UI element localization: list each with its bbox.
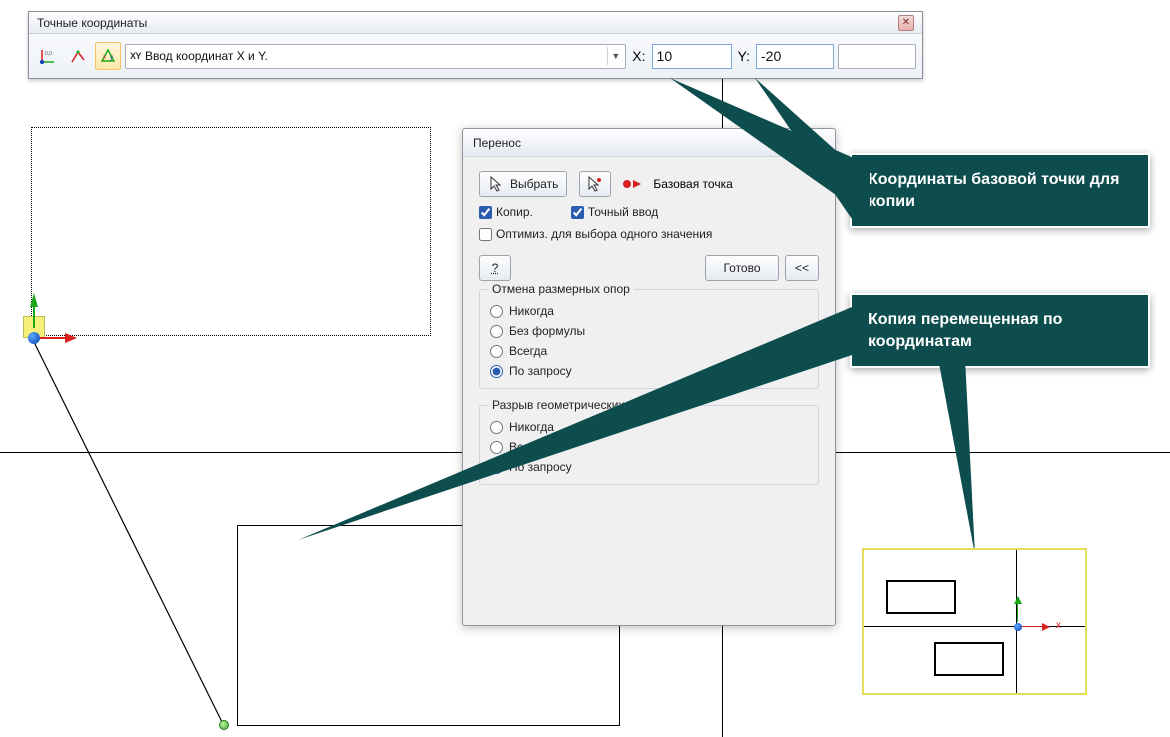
coord-mode-combo[interactable]: XY Ввод координат X и Y. ▼ bbox=[125, 44, 626, 69]
base-point-icon bbox=[623, 180, 641, 188]
x-input[interactable] bbox=[652, 44, 732, 69]
g2-opt-1[interactable]: Всегда bbox=[490, 440, 808, 454]
callout-top: Координаты базовой точки для копии bbox=[850, 153, 1150, 228]
group-break-geometric: Разрыв геометрических опор Никогда Всегд… bbox=[479, 405, 819, 485]
optimize-cb-label: Оптимиз. для выбора одного значения bbox=[496, 227, 712, 241]
group1-legend: Отмена размерных опор bbox=[488, 282, 634, 296]
canvas-axis-h-left bbox=[0, 452, 462, 453]
canvas-axis-h-right bbox=[836, 452, 1170, 453]
collapse-button[interactable]: << bbox=[785, 255, 819, 281]
preview-box: x bbox=[862, 548, 1087, 695]
done-button-label: Готово bbox=[723, 261, 760, 275]
help-button[interactable]: ? bbox=[479, 255, 511, 281]
exact-checkbox-input[interactable] bbox=[571, 206, 584, 219]
dialog-titlebar[interactable]: Перенос bbox=[463, 129, 835, 157]
original-rect-dotted bbox=[31, 127, 431, 336]
g2-opt-2-label: По запросу bbox=[509, 460, 572, 474]
mode-rel-icon[interactable] bbox=[65, 42, 91, 70]
g1-opt-2[interactable]: Всегда bbox=[490, 344, 808, 358]
svg-text:0,0: 0,0 bbox=[45, 51, 52, 57]
svg-text:x: x bbox=[103, 55, 106, 61]
canvas-axis-v-top bbox=[722, 79, 723, 128]
toolbar-titlebar[interactable]: Точные координаты ✕ bbox=[29, 12, 922, 34]
done-button[interactable]: Готово bbox=[705, 255, 779, 281]
drag-end-point bbox=[219, 720, 229, 730]
g2-opt-0-label: Никогда bbox=[509, 420, 554, 434]
group-cancel-dimensions: Отмена размерных опор Никогда Без формул… bbox=[479, 289, 819, 389]
close-icon[interactable]: ✕ bbox=[898, 15, 914, 31]
move-dialog: Перенос Выбрать Базовая точка Копир. Точ… bbox=[462, 128, 836, 626]
x-label: X: bbox=[630, 48, 647, 64]
svg-text:y: y bbox=[110, 55, 113, 61]
optimize-checkbox[interactable]: Оптимиз. для выбора одного значения bbox=[479, 227, 819, 241]
collapse-button-label: << bbox=[795, 261, 809, 275]
y-label: Y: bbox=[736, 48, 752, 64]
g1-opt-0-label: Никогда bbox=[509, 304, 554, 318]
combo-text: Ввод координат X и Y. bbox=[145, 49, 607, 63]
g1-opt-1[interactable]: Без формулы bbox=[490, 324, 808, 338]
mode-abs-icon[interactable]: 0,0 bbox=[35, 42, 61, 70]
toolbar-body: 0,0 xy XY Ввод координат X и Y. ▼ X: Y: bbox=[29, 34, 922, 78]
pick-cursor-button[interactable] bbox=[579, 171, 611, 197]
xy-icon: XY bbox=[130, 51, 141, 61]
g1-opt-1-label: Без формулы bbox=[509, 324, 585, 338]
toolbar-title: Точные координаты bbox=[37, 16, 147, 30]
preview-x-label: x bbox=[1056, 620, 1061, 631]
chevron-down-icon[interactable]: ▼ bbox=[607, 47, 623, 65]
group2-legend: Разрыв геометрических опор bbox=[488, 398, 658, 412]
mode-polar-icon[interactable]: xy bbox=[95, 42, 121, 70]
preview-rect-top bbox=[886, 580, 956, 614]
exact-cb-label: Точный ввод bbox=[588, 205, 658, 219]
trailing-field[interactable] bbox=[838, 44, 916, 69]
preview-axis-h bbox=[864, 626, 1085, 627]
g2-opt-0[interactable]: Никогда bbox=[490, 420, 808, 434]
g1-opt-3[interactable]: По запросу bbox=[490, 364, 808, 378]
copy-cb-label: Копир. bbox=[496, 205, 533, 219]
copy-checkbox[interactable]: Копир. bbox=[479, 205, 533, 219]
optimize-checkbox-input[interactable] bbox=[479, 228, 492, 241]
toolbar-window: Точные координаты ✕ 0,0 xy XY Ввод коорд… bbox=[28, 11, 923, 79]
copy-checkbox-input[interactable] bbox=[479, 206, 492, 219]
help-icon: ? bbox=[492, 261, 499, 275]
select-button[interactable]: Выбрать bbox=[479, 171, 567, 197]
y-input[interactable] bbox=[756, 44, 834, 69]
g2-opt-1-label: Всегда bbox=[509, 440, 547, 454]
exact-checkbox[interactable]: Точный ввод bbox=[571, 205, 658, 219]
preview-rect-bottom bbox=[934, 642, 1004, 676]
select-button-label: Выбрать bbox=[510, 177, 558, 191]
callout-bottom: Копия перемещенная по координатам bbox=[850, 293, 1150, 368]
g1-opt-2-label: Всегда bbox=[509, 344, 547, 358]
dialog-title: Перенос bbox=[473, 136, 521, 150]
g1-opt-3-label: По запросу bbox=[509, 364, 572, 378]
base-point-label: Базовая точка bbox=[653, 177, 732, 191]
canvas-axis-v-bottom bbox=[722, 626, 723, 737]
g2-opt-2[interactable]: По запросу bbox=[490, 460, 808, 474]
g1-opt-0[interactable]: Никогда bbox=[490, 304, 808, 318]
